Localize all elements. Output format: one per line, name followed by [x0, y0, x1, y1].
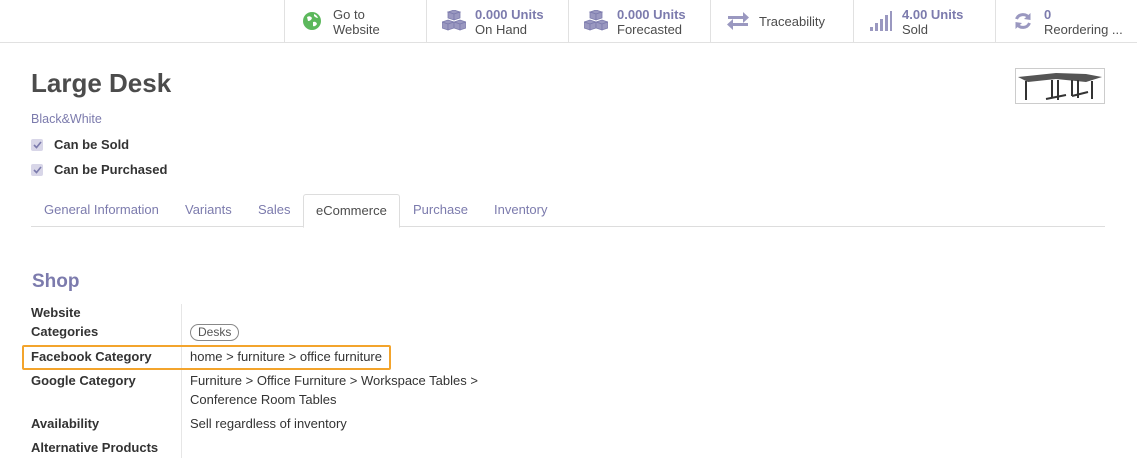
google-category-value-line2[interactable]: Conference Room Tables [190, 390, 336, 409]
traceability-button[interactable]: Traceability [710, 0, 853, 42]
can-be-purchased-label: Can be Purchased [54, 162, 168, 177]
can-be-sold-label: Can be Sold [54, 137, 130, 152]
variant-tag[interactable]: Black&White [31, 112, 102, 126]
sold-label: Sold [902, 22, 929, 37]
can-be-purchased-checkbox[interactable] [31, 163, 43, 176]
refresh-icon [1011, 10, 1035, 32]
cubes-icon [442, 10, 466, 32]
smart-buttons-bar: Go to Website 0.000 Units On Hand 0.000 … [0, 0, 1137, 43]
forecasted-value: 0.000 Units [617, 7, 686, 22]
product-image[interactable] [1015, 68, 1105, 104]
sold-button[interactable]: 4.00 Units Sold [853, 0, 996, 42]
tab-general-information[interactable]: General Information [44, 194, 159, 227]
reordering-value: 0 [1044, 7, 1052, 22]
categories-label: Categories [31, 324, 99, 339]
shop-section-title: Shop [32, 271, 80, 292]
forecasted-button[interactable]: 0.000 Units Forecasted [568, 0, 711, 42]
google-category-value-line1[interactable]: Furniture > Office Furniture > Workspace… [190, 371, 478, 390]
reordering-label: Reordering ... [1044, 22, 1123, 37]
go-to-label-1: Go to [333, 7, 365, 22]
forecasted-label: Forecasted [617, 22, 683, 37]
alternative-products-label: Alternative Products [31, 440, 159, 455]
sold-value: 4.00 Units [902, 7, 964, 22]
category-tag-desks[interactable]: Desks [190, 324, 240, 341]
arrows-exchange-icon [726, 10, 750, 32]
facebook-category-label: Facebook Category [31, 349, 152, 364]
tab-inventory[interactable]: Inventory [494, 194, 547, 227]
tab-sales[interactable]: Sales [258, 194, 291, 227]
signal-bars-icon [869, 10, 893, 32]
tab-ecommerce[interactable]: eCommerce [303, 194, 400, 228]
website-label: Website [31, 305, 81, 320]
go-to-label-2: Website [333, 22, 380, 37]
cubes-icon [584, 10, 608, 32]
notebook-tabs: General Information Variants Sales eComm… [31, 194, 1105, 228]
availability-label: Availability [31, 416, 100, 431]
reordering-button[interactable]: 0 Reordering ... [995, 0, 1137, 42]
on-hand-value: 0.000 Units [475, 7, 544, 22]
tab-variants[interactable]: Variants [185, 194, 232, 227]
facebook-category-value[interactable]: home > furniture > office furniture [190, 347, 382, 366]
google-category-label: Google Category [31, 373, 136, 388]
on-hand-button[interactable]: 0.000 Units On Hand [426, 0, 569, 42]
field-divider [181, 304, 182, 458]
product-name[interactable]: Large Desk [31, 68, 171, 99]
can-be-sold-row: Can be Sold [31, 137, 129, 152]
availability-value[interactable]: Sell regardless of inventory [190, 414, 347, 433]
globe-icon [300, 10, 324, 32]
go-to-website-button[interactable]: Go to Website [284, 0, 427, 42]
desk-image [1018, 73, 1102, 100]
can-be-sold-checkbox[interactable] [31, 138, 43, 151]
can-be-purchased-row: Can be Purchased [31, 162, 167, 177]
traceability-label: Traceability [759, 14, 825, 29]
tab-purchase[interactable]: Purchase [413, 194, 468, 227]
on-hand-label: On Hand [475, 22, 528, 37]
